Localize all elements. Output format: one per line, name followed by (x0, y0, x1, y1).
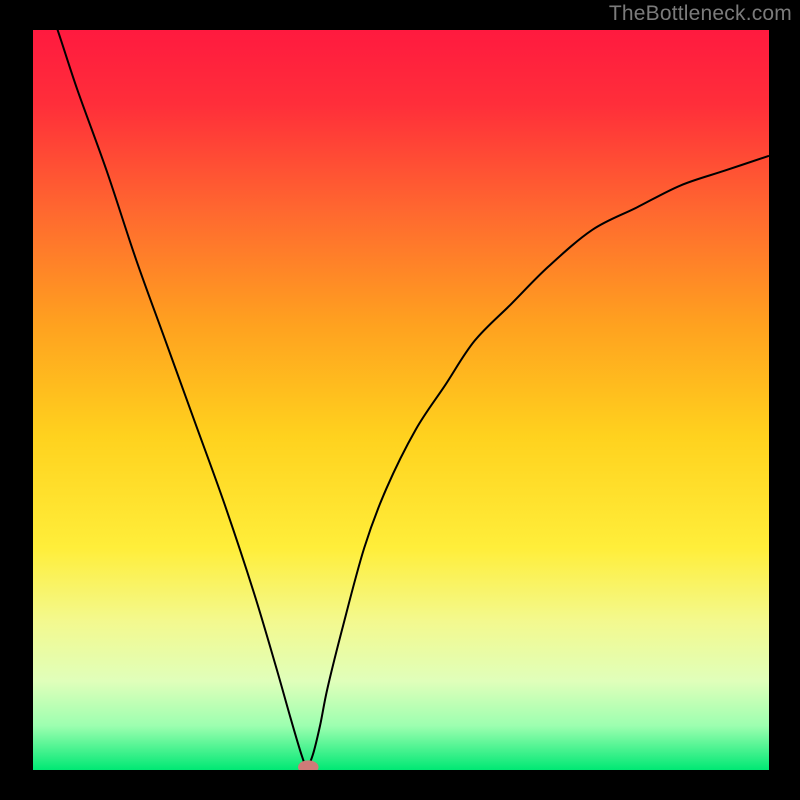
watermark-text: TheBottleneck.com (609, 2, 792, 26)
plot-background (33, 30, 769, 770)
chart-svg (33, 30, 769, 770)
plot-area (33, 30, 769, 770)
chart-frame: TheBottleneck.com (0, 0, 800, 800)
